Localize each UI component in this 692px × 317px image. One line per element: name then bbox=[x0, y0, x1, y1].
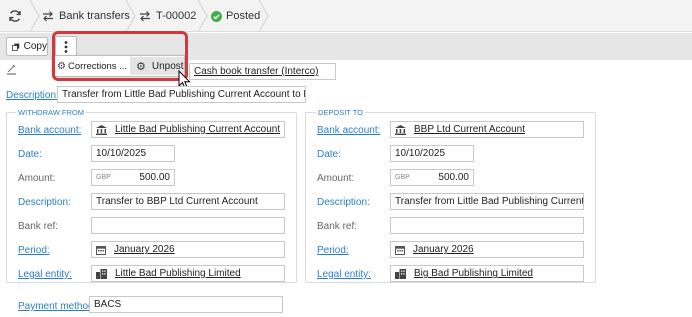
withdraw-date-field[interactable]: 10/10/2025 bbox=[91, 145, 175, 162]
withdraw-legal-entity-field[interactable]: Little Bad Publishing Limited bbox=[91, 265, 285, 282]
deposit-title: DEPOSIT TO bbox=[316, 108, 366, 117]
withdraw-bank-ref-field[interactable] bbox=[91, 217, 285, 234]
deposit-date-label: Date: bbox=[317, 149, 341, 160]
breadcrumb: Bank transfers T-00002 Posted bbox=[0, 0, 692, 32]
withdraw-description-field[interactable]: Transfer to BBP Ltd Current Account bbox=[91, 193, 285, 210]
bank-icon bbox=[395, 124, 406, 135]
withdraw-description-label: Description: bbox=[18, 197, 71, 208]
breadcrumb-separator bbox=[28, 0, 42, 32]
deposit-date-value: 10/10/2025 bbox=[395, 148, 446, 159]
breadcrumb-document-id[interactable]: T-00002 bbox=[139, 0, 196, 32]
deposit-bank-ref-field[interactable] bbox=[390, 217, 584, 234]
deposit-currency: GBP bbox=[395, 174, 410, 181]
edit-icon bbox=[6, 63, 17, 78]
withdraw-description-value: Transfer to BBP Ltd Current Account bbox=[96, 196, 258, 207]
calendar-icon bbox=[96, 245, 106, 255]
deposit-amount-label: Amount: bbox=[317, 173, 355, 184]
deposit-amount-field[interactable]: GBP 500.00 bbox=[390, 169, 474, 186]
building-icon bbox=[96, 268, 107, 279]
withdraw-amount-field[interactable]: GBP 500.00 bbox=[91, 169, 175, 186]
deposit-bank-account-field[interactable]: BBP Ltd Current Account bbox=[390, 121, 584, 138]
breadcrumb-label: Bank transfers bbox=[59, 10, 130, 22]
bank-icon bbox=[96, 124, 107, 135]
transfer-icon bbox=[140, 11, 150, 22]
deposit-description-field[interactable]: Transfer from Little Bad Publishing Curr… bbox=[390, 193, 584, 210]
breadcrumb-label: T-00002 bbox=[156, 10, 197, 22]
copy-label: Copy bbox=[23, 41, 47, 52]
description-label[interactable]: Description: bbox=[6, 90, 59, 101]
withdraw-legal-entity-value: Little Bad Publishing Limited bbox=[115, 268, 241, 279]
breadcrumb-bank-transfers[interactable]: Bank transfers bbox=[42, 0, 130, 32]
copy-icon bbox=[12, 43, 20, 51]
refresh-icon bbox=[9, 10, 21, 22]
transfer-type-value: Cash book transfer (Interco) bbox=[194, 66, 319, 77]
refresh-button[interactable] bbox=[8, 0, 26, 32]
deposit-period-value: January 2026 bbox=[413, 244, 474, 255]
withdraw-date-label: Date: bbox=[18, 149, 42, 160]
transfer-icon bbox=[43, 11, 53, 22]
deposit-period-field[interactable]: January 2026 bbox=[390, 241, 584, 258]
status-label: Posted bbox=[226, 10, 261, 22]
withdraw-date-value: 10/10/2025 bbox=[96, 148, 147, 159]
deposit-legal-entity-value: Big Bad Publishing Limited bbox=[414, 268, 533, 279]
description-value: Transfer from Little Bad Publishing Curr… bbox=[62, 89, 305, 100]
deposit-period-label[interactable]: Period: bbox=[317, 245, 349, 256]
payment-method-field[interactable]: BACS bbox=[89, 296, 283, 313]
withdraw-amount-label: Amount: bbox=[18, 173, 56, 184]
withdraw-period-value: January 2026 bbox=[114, 244, 175, 255]
breadcrumb-separator bbox=[124, 0, 138, 32]
deposit-bank-ref-label: Bank ref: bbox=[317, 221, 358, 232]
deposit-legal-entity-field[interactable]: Big Bad Publishing Limited bbox=[390, 265, 584, 282]
payment-method-label[interactable]: Payment method: bbox=[18, 301, 96, 312]
payment-method-value: BACS bbox=[94, 299, 122, 310]
withdraw-title: WITHDRAW FROM bbox=[16, 108, 86, 117]
transfer-type-field[interactable]: Cash book transfer (Interco) bbox=[189, 63, 336, 80]
withdraw-bank-ref-label: Bank ref: bbox=[18, 221, 59, 232]
breadcrumb-separator bbox=[257, 0, 271, 32]
deposit-date-field[interactable]: 10/10/2025 bbox=[390, 145, 474, 162]
withdraw-bank-account-label[interactable]: Bank account: bbox=[18, 125, 81, 136]
description-field[interactable]: Transfer from Little Bad Publishing Curr… bbox=[57, 86, 306, 103]
withdraw-period-field[interactable]: January 2026 bbox=[91, 241, 285, 258]
calendar-icon bbox=[395, 245, 405, 255]
deposit-description-value: Transfer from Little Bad Publishing Curr… bbox=[395, 196, 584, 207]
deposit-description-label: Description: bbox=[317, 197, 370, 208]
withdraw-legal-entity-label[interactable]: Legal entity: bbox=[18, 269, 72, 280]
withdraw-bank-account-field[interactable]: Little Bad Publishing Current Account bbox=[91, 121, 285, 138]
copy-button[interactable]: Copy bbox=[6, 37, 48, 56]
breadcrumb-separator bbox=[196, 0, 210, 32]
building-icon bbox=[395, 268, 406, 279]
deposit-bank-account-label[interactable]: Bank account: bbox=[317, 125, 380, 136]
deposit-bank-account-value: BBP Ltd Current Account bbox=[414, 124, 525, 135]
deposit-amount-value: 500.00 bbox=[438, 172, 469, 183]
withdraw-bank-account-value: Little Bad Publishing Current Account bbox=[115, 124, 281, 135]
withdraw-amount-value: 500.00 bbox=[139, 172, 170, 183]
highlight-box bbox=[52, 31, 188, 81]
withdraw-period-label[interactable]: Period: bbox=[18, 245, 50, 256]
withdraw-currency: GBP bbox=[96, 174, 111, 181]
deposit-legal-entity-label[interactable]: Legal entity: bbox=[317, 269, 371, 280]
status-badge: Posted bbox=[211, 0, 260, 32]
check-circle-icon bbox=[211, 10, 222, 22]
